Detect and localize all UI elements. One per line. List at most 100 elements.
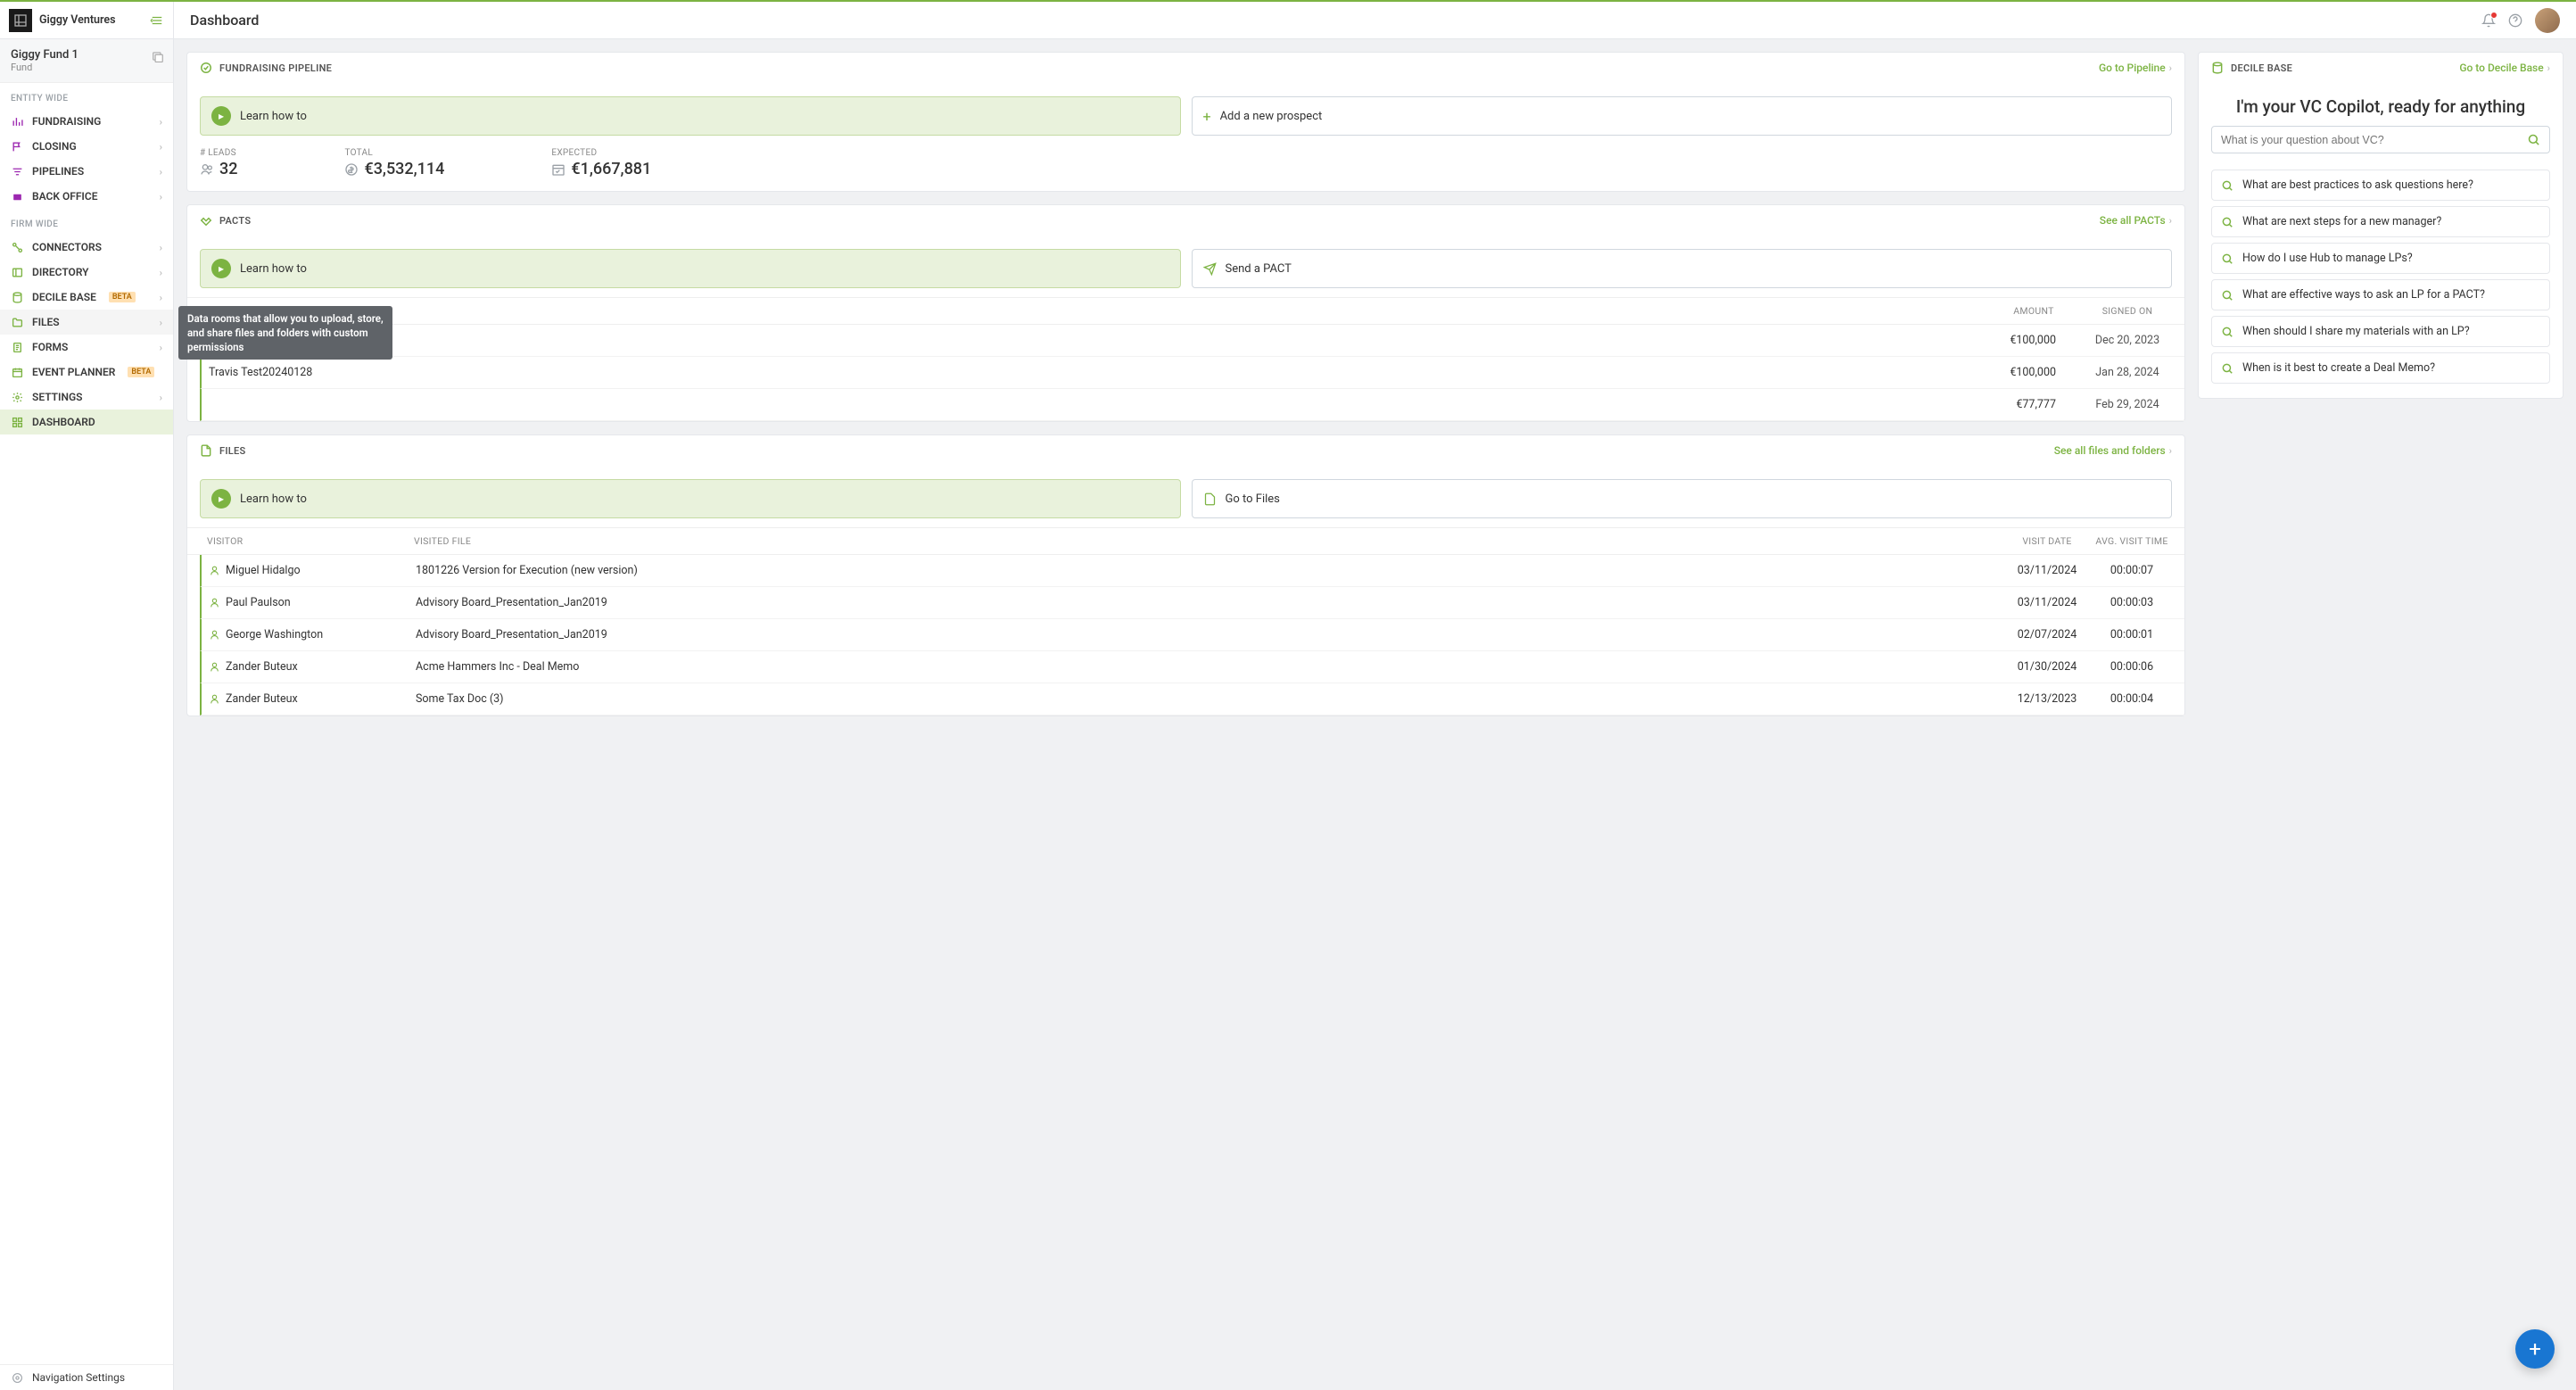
pipeline-icon [11,166,23,178]
nav-forms[interactable]: FORMS› [0,335,173,360]
nav-navigation-settings[interactable]: Navigation Settings [0,1365,173,1390]
table-row[interactable]: zander lpa€100,000Dec 20, 2023 [200,325,2184,357]
flag-icon [11,141,23,153]
table-row[interactable]: Travis Test20240128€100,000Jan 28, 2024 [200,357,2184,389]
table-row[interactable]: Miguel Hidalgo1801226 Version for Execut… [200,555,2184,587]
file-visitor: George Washington [202,628,416,641]
sidebar-collapse-button[interactable] [150,14,164,27]
file-date: 01/30/2024 [2002,660,2092,674]
total-label: TOTAL [344,148,444,158]
help-button[interactable] [2508,13,2522,28]
total-value: €3,532,114 [364,160,444,178]
fund-switch-icon[interactable] [152,50,164,62]
search-icon [2221,362,2233,375]
quick-question[interactable]: When is it best to create a Deal Memo? [2211,352,2550,384]
table-row[interactable]: Paul PaulsonAdvisory Board_Presentation_… [200,587,2184,619]
database-icon [11,292,23,303]
gear-icon [11,392,23,403]
check-circle-icon [200,62,212,74]
file-time: 00:00:01 [2092,628,2172,641]
fund-selector[interactable]: Giggy Fund 1 Fund [0,39,173,83]
go-to-pipeline-link[interactable]: Go to Pipeline› [2099,62,2172,74]
table-row[interactable]: Zander ButeuxSome Tax Doc (3)12/13/20230… [200,683,2184,716]
pact-amount: €100,000 [1985,334,2083,347]
col-date: VISIT DATE [2002,535,2092,547]
brand-name: Giggy Ventures [39,13,116,27]
files-card: FILES See all files and folders› ▸ Learn… [186,434,2185,716]
person-icon [209,597,220,608]
table-row[interactable]: George WashingtonAdvisory Board_Presenta… [200,619,2184,651]
decile-base-card: DECILE BASE Go to Decile Base› I'm your … [2198,52,2564,399]
file-time: 00:00:07 [2092,564,2172,577]
search-icon[interactable] [2527,133,2540,146]
file-date: 03/11/2024 [2002,564,2092,577]
chevron-right-icon: › [160,392,162,403]
file-name: Acme Hammers Inc - Deal Memo [416,660,2002,674]
nav-closing[interactable]: CLOSING› [0,134,173,159]
learn-how-to-button[interactable]: ▸ Learn how to [200,249,1181,288]
file-date: 02/07/2024 [2002,628,2092,641]
col-file: VISITED FILE [414,535,2002,547]
file-name: 1801226 Version for Execution (new versi… [416,564,2002,577]
user-avatar[interactable] [2535,8,2560,33]
copilot-search-input[interactable] [2221,134,2527,146]
add-prospect-button[interactable]: + Add a new prospect [1192,96,2173,136]
person-icon [209,661,220,673]
nav-directory[interactable]: DIRECTORY› [0,260,173,285]
file-name: Advisory Board_Presentation_Jan2019 [416,596,2002,609]
people-icon [200,162,214,177]
pact-amount: €100,000 [1985,366,2083,379]
nav-decile-base[interactable]: DECILE BASEBETA› [0,285,173,310]
see-all-pacts-link[interactable]: See all PACTs› [2100,214,2172,227]
file-name: Some Tax Doc (3) [416,692,2002,706]
file-icon [1203,492,1217,506]
chevron-right-icon: › [160,242,162,253]
col-amount: AMOUNT [1985,305,2083,317]
learn-how-to-button[interactable]: ▸ Learn how to [200,479,1181,518]
pact-date: Feb 29, 2024 [2083,398,2172,411]
directory-icon [11,267,23,278]
copilot-search-box[interactable] [2211,126,2550,153]
quick-question[interactable]: What are effective ways to ask an LP for… [2211,279,2550,310]
table-row[interactable]: €77,777Feb 29, 2024 [200,389,2184,421]
nav-event-planner[interactable]: EVENT PLANNERBETA [0,360,173,385]
files-tooltip: Data rooms that allow you to upload, sto… [178,306,392,360]
nav-fundraising[interactable]: FUNDRAISING› [0,109,173,134]
page-title: Dashboard [174,12,259,29]
learn-how-to-button[interactable]: ▸ Learn how to [200,96,1181,136]
go-to-decile-base-link[interactable]: Go to Decile Base› [2459,62,2550,74]
fab-add-button[interactable]: + [2515,1329,2555,1369]
file-date: 03/11/2024 [2002,596,2092,609]
question-text: When should I share my materials with an… [2242,325,2470,338]
see-all-files-link[interactable]: See all files and folders› [2054,444,2172,457]
quick-question[interactable]: When should I share my materials with an… [2211,316,2550,347]
file-visitor: Zander Buteux [202,660,416,674]
go-to-files-button[interactable]: Go to Files [1192,479,2173,518]
file-visitor: Paul Paulson [202,596,416,609]
pact-amount: €77,777 [1985,398,2083,411]
nav-files[interactable]: FILES› Data rooms that allow you to uplo… [0,310,173,335]
fundraising-pipeline-card: FUNDRAISING PIPELINE Go to Pipeline› ▸ L… [186,52,2185,192]
nav-connectors[interactable]: CONNECTORS› [0,235,173,260]
file-name: Advisory Board_Presentation_Jan2019 [416,628,2002,641]
nav-dashboard[interactable]: DASHBOARD [0,410,173,434]
col-signed: SIGNED ON [2083,305,2172,317]
card-title: DECILE BASE [2231,62,2292,74]
question-text: What are next steps for a new manager? [2242,215,2441,228]
notifications-button[interactable] [2481,13,2496,28]
search-icon [2221,289,2233,302]
nav-pipelines[interactable]: PIPELINES› [0,159,173,184]
send-pact-button[interactable]: Send a PACT [1192,249,2173,288]
nav-back-office[interactable]: BACK OFFICE› [0,184,173,209]
table-row[interactable]: Zander ButeuxAcme Hammers Inc - Deal Mem… [200,651,2184,683]
person-icon [209,693,220,705]
quick-question[interactable]: How do I use Hub to manage LPs? [2211,243,2550,274]
quick-question[interactable]: What are next steps for a new manager? [2211,206,2550,237]
search-icon [2221,216,2233,228]
quick-question[interactable]: What are best practices to ask questions… [2211,170,2550,201]
calendar-icon [11,367,23,378]
chevron-right-icon: › [160,116,162,128]
col-name: NAME [200,305,1985,317]
nav-settings[interactable]: SETTINGS› [0,385,173,410]
card-title: PACTS [219,215,251,227]
